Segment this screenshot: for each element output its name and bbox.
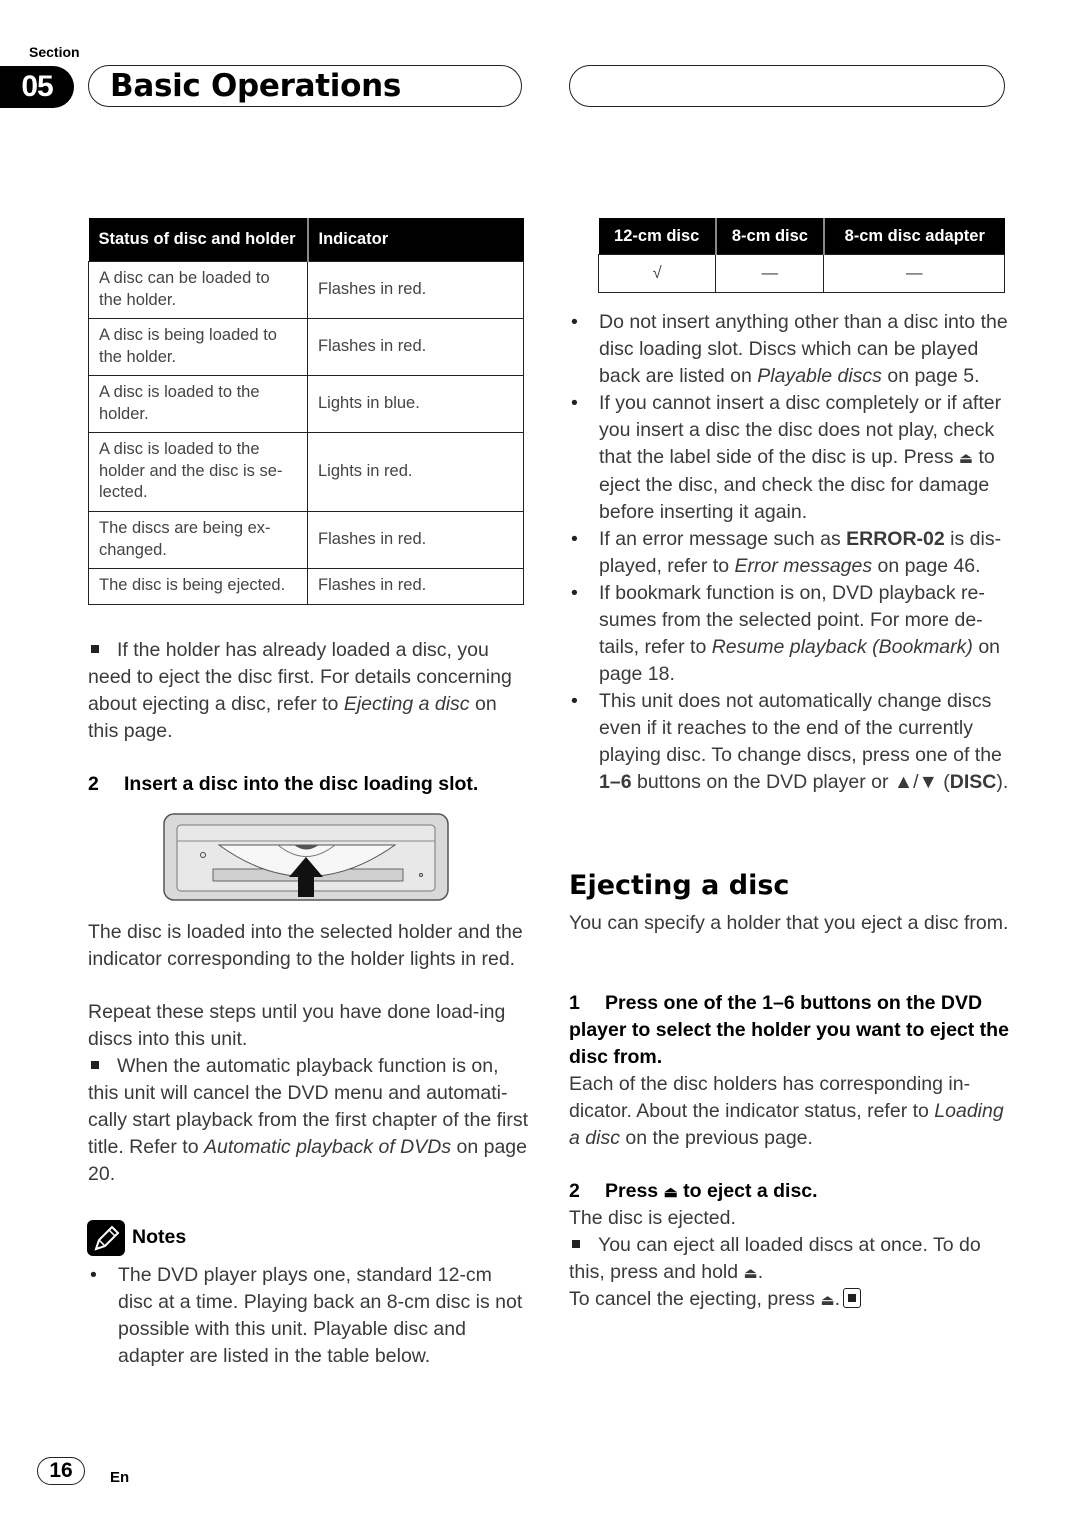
section-number-badge: 05 bbox=[0, 66, 74, 108]
step-1-select-holder: 1 Press one of the 1–6 buttons on the DVD… bbox=[569, 992, 1009, 1068]
section-label: Section bbox=[29, 44, 80, 60]
note-eject-first: If the holder has already loaded a disc,… bbox=[88, 639, 512, 742]
list-item: If an error message such as ERROR-02 is … bbox=[569, 526, 1009, 580]
table-header: Status of disc and holder bbox=[88, 218, 308, 261]
eject-icon: ⏏ bbox=[743, 1265, 758, 1282]
page-number: 16 bbox=[37, 1457, 85, 1485]
table-row: The disc is being ejected. Flashes in re… bbox=[88, 567, 524, 605]
step-2-insert: 2 Insert a disc into the disc loading slo… bbox=[88, 773, 479, 795]
table-header: 8-cm disc adapter bbox=[822, 218, 1005, 255]
check-mark-cell: √ bbox=[597, 254, 717, 293]
link-playable-discs[interactable]: Playable discs bbox=[757, 365, 882, 387]
eject-icon: ⏏ bbox=[663, 1184, 678, 1201]
notes-list: The DVD player plays one, standard 12-cm… bbox=[88, 1262, 528, 1370]
table-header-row: 12-cm disc 8-cm disc 8-cm disc adapter bbox=[598, 218, 1005, 255]
list-item: If you cannot insert a disc completely o… bbox=[569, 390, 1009, 526]
table-row: √ — — bbox=[597, 254, 1005, 293]
link-resume-playback[interactable]: Resume playback (Bookmark) bbox=[712, 636, 973, 658]
disc-compatibility-table: 12-cm disc 8-cm disc 8-cm disc adapter √… bbox=[597, 218, 1005, 293]
disc-button-label: DISC bbox=[949, 771, 997, 793]
table-row: A disc is loaded to the holder. Lights i… bbox=[88, 374, 524, 433]
dash-cell: — bbox=[715, 254, 825, 293]
end-of-section-icon bbox=[843, 1288, 862, 1308]
repeat-paragraph: Repeat these steps until you have done l… bbox=[88, 1001, 506, 1050]
result-paragraph: The disc is loaded into the selected hol… bbox=[88, 921, 523, 970]
language-code: En bbox=[110, 1469, 130, 1486]
table-row: The discs are being ex-changed. Flashes … bbox=[88, 510, 524, 569]
table-row: A disc is loaded to the holder and the d… bbox=[88, 431, 524, 512]
list-item: Do not insert anything other than a disc… bbox=[569, 309, 1009, 390]
note-auto-playback: When the automatic playback function is … bbox=[88, 1055, 528, 1185]
buttons-range: 1–6 bbox=[599, 771, 632, 793]
cancel-ejecting: To cancel the ejecting, press ⏏. bbox=[569, 1286, 1009, 1314]
section-heading-ejecting: Ejecting a disc bbox=[569, 870, 790, 901]
table-row: A disc is being loaded to the holder. Fl… bbox=[88, 317, 524, 376]
status-cell: A disc can be loaded to the holder. bbox=[88, 260, 308, 319]
table-row: A disc can be loaded to the holder. Flas… bbox=[88, 260, 524, 319]
note-square-icon bbox=[572, 1240, 580, 1249]
indicator-status-table: Status of disc and holder Indicator A di… bbox=[88, 218, 524, 605]
list-item: If bookmark function is on, DVD playback… bbox=[569, 580, 1009, 688]
status-cell: A disc is being loaded to the holder. bbox=[88, 317, 308, 376]
step-2-body: The disc is ejected. bbox=[569, 1207, 736, 1229]
list-item: This unit does not automatically change … bbox=[569, 688, 1009, 796]
indicator-cell: Flashes in red. bbox=[307, 510, 524, 569]
indicator-cell: Flashes in red. bbox=[307, 317, 524, 376]
eject-icon: ⏏ bbox=[958, 450, 974, 467]
disc-slot-illustration bbox=[163, 813, 449, 901]
table-header: 12-cm disc bbox=[598, 218, 716, 255]
table-header: 8-cm disc bbox=[714, 218, 824, 255]
link-automatic-playback[interactable]: Automatic playback of DVDs bbox=[204, 1136, 451, 1158]
status-cell: A disc is loaded to the holder. bbox=[88, 374, 308, 433]
notes-pencil-icon bbox=[87, 1220, 125, 1256]
link-error-messages[interactable]: Error messages bbox=[735, 555, 873, 577]
link-ejecting-a-disc[interactable]: Ejecting a disc bbox=[344, 693, 470, 715]
notes-heading: Notes bbox=[132, 1226, 187, 1248]
list-item: The DVD player plays one, standard 12-cm… bbox=[88, 1262, 528, 1370]
caution-list: Do not insert anything other than a disc… bbox=[569, 309, 1009, 796]
status-cell: The discs are being ex-changed. bbox=[88, 510, 308, 569]
eject-icon: ⏏ bbox=[820, 1292, 835, 1309]
indicator-cell: Flashes in red. bbox=[307, 567, 524, 605]
note-eject-all: You can eject all loaded discs at once. … bbox=[569, 1234, 981, 1283]
table-header: Indicator bbox=[306, 218, 524, 261]
indicator-cell: Lights in red. bbox=[307, 431, 524, 512]
indicator-cell: Lights in blue. bbox=[307, 374, 524, 433]
table-header-row: Status of disc and holder Indicator bbox=[88, 218, 524, 261]
empty-header-frame bbox=[569, 65, 1005, 107]
note-square-icon bbox=[91, 1061, 99, 1070]
note-square-icon bbox=[91, 645, 99, 654]
status-cell: The disc is being ejected. bbox=[88, 567, 308, 605]
ejecting-intro: You can specify a holder that you eject … bbox=[569, 912, 1009, 934]
dash-cell: — bbox=[823, 254, 1005, 293]
indicator-cell: Flashes in red. bbox=[307, 260, 524, 319]
step-2-eject: 2 Press ⏏ to eject a disc. bbox=[569, 1180, 818, 1202]
page-title: Basic Operations bbox=[110, 68, 402, 104]
status-cell: A disc is loaded to the holder and the d… bbox=[88, 431, 308, 512]
step-1-body: Each of the disc holders has correspondi… bbox=[569, 1073, 1004, 1149]
error-code: ERROR-02 bbox=[846, 528, 945, 550]
